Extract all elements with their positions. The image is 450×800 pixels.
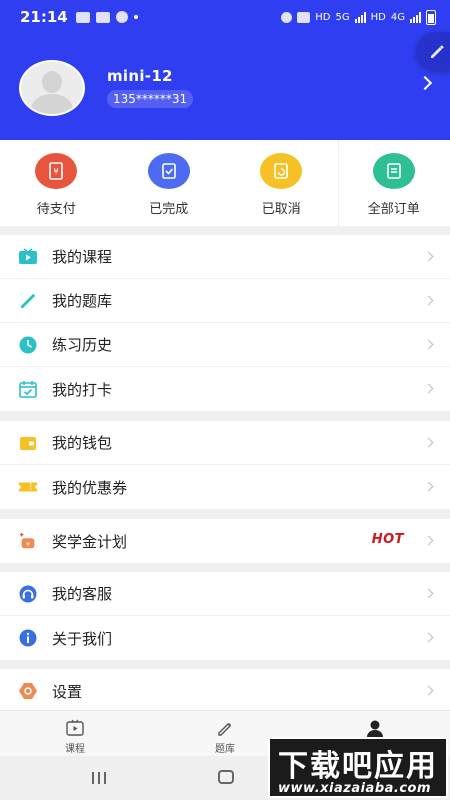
menu-group-settings: 设置	[0, 669, 450, 713]
chevron-right-icon	[423, 481, 434, 492]
chevron-right-icon	[423, 588, 434, 599]
avatar-head-shape	[42, 71, 62, 93]
menu-practice-history-label: 练习历史	[52, 336, 113, 354]
chevron-right-icon	[423, 383, 434, 394]
gear-icon	[18, 681, 38, 701]
image-notification-icon	[75, 11, 90, 23]
order-all[interactable]: 全部订单	[337, 140, 450, 226]
hot-badge: HOT	[371, 532, 404, 547]
menu-my-coupons-label: 我的优惠券	[52, 478, 128, 497]
calendar-check-icon	[18, 379, 38, 399]
user-icon	[367, 720, 383, 737]
yuan-receipt-icon: ¥	[35, 153, 78, 189]
menu-my-question-bank-label: 我的题库	[52, 292, 113, 310]
menu-scholarship-plan[interactable]: ¥ 奖学金计划 HOT	[0, 519, 450, 563]
menu-settings-label: 设置	[52, 682, 83, 701]
menu-practice-history[interactable]: 练习历史	[0, 323, 450, 367]
menu-scholarship-plan-label: 奖学金计划	[52, 532, 128, 551]
cancel-refresh-icon	[260, 153, 303, 189]
watermark-title: 下载吧应用	[278, 749, 438, 784]
tab-question-bank-label: 题库	[215, 744, 235, 755]
menu-about-us-label: 关于我们	[52, 629, 113, 648]
chevron-right-icon	[423, 339, 434, 350]
edit-pencil-icon	[431, 45, 444, 58]
watermark-url: www.xiazaiaba.com	[278, 781, 432, 796]
chevron-right-icon	[423, 535, 434, 546]
system-icons: HD 5G HD 4G	[281, 9, 436, 25]
home-button[interactable]	[218, 770, 234, 784]
more-notifications-icon	[133, 15, 138, 19]
tab-courses[interactable]: 课程	[0, 711, 150, 756]
order-pending-payment[interactable]: ¥ 待支付	[0, 140, 113, 226]
chevron-right-icon	[423, 632, 434, 643]
status-time: 21:14	[20, 8, 68, 26]
menu-settings[interactable]: 设置	[0, 669, 450, 713]
wallet-icon	[18, 433, 38, 453]
svg-text:¥: ¥	[26, 541, 30, 548]
status-bar: 21:14 HD 5G HD 4G	[0, 0, 450, 34]
video-play-icon	[18, 247, 38, 267]
chevron-right-icon	[423, 685, 434, 696]
menu-my-wallet[interactable]: 我的钱包	[0, 421, 450, 465]
phone-number: 135******31	[107, 90, 194, 108]
menu-my-courses[interactable]: 我的课程	[0, 235, 450, 279]
svg-text:¥: ¥	[54, 167, 59, 176]
signal-icon	[354, 11, 366, 23]
headset-icon	[18, 584, 38, 604]
menu-my-wallet-label: 我的钱包	[52, 434, 113, 452]
alarm-icon	[281, 11, 293, 23]
order-all-label: 全部订单	[367, 202, 420, 217]
menu-group-learning: 我的课程 我的题库 练习历史 我的打卡	[0, 235, 450, 411]
chevron-right-icon	[423, 437, 434, 448]
avatar[interactable]	[19, 60, 85, 116]
profile-header[interactable]: mini-12 135******31	[0, 32, 450, 140]
info-icon	[18, 628, 38, 648]
order-cancelled-label: 已取消	[261, 202, 301, 217]
notification-icons	[75, 11, 138, 23]
net-label-hd-2: HD	[370, 11, 386, 23]
menu-group-finance: 我的钱包 我的优惠券	[0, 421, 450, 509]
menu-my-coupons[interactable]: 我的优惠券	[0, 465, 450, 509]
pencil-icon	[218, 723, 231, 736]
video-play-icon	[66, 719, 84, 736]
menu-my-courses-label: 我的课程	[52, 248, 113, 266]
wifi-icon	[297, 11, 311, 23]
avatar-body-shape	[31, 94, 73, 114]
document-list-icon	[372, 153, 415, 189]
menu-group-support: 我的客服 关于我们	[0, 572, 450, 660]
tab-courses-label: 课程	[65, 744, 85, 755]
wechat-notification-icon	[115, 11, 128, 23]
order-pending-label: 待支付	[36, 202, 76, 217]
menu-my-question-bank[interactable]: 我的题库	[0, 279, 450, 323]
chevron-right-icon[interactable]	[417, 75, 433, 91]
scholarship-icon: ¥	[18, 531, 38, 551]
net-label-4g: 4G	[390, 11, 405, 23]
menu-customer-service[interactable]: 我的客服	[0, 572, 450, 616]
coupon-icon	[18, 477, 38, 497]
recent-apps-button[interactable]	[92, 772, 106, 784]
order-shortcuts: ¥ 待支付 已完成 已取消 全部订单	[0, 140, 450, 226]
order-cancelled[interactable]: 已取消	[225, 140, 338, 226]
menu-about-us[interactable]: 关于我们	[0, 616, 450, 660]
menu-customer-service-label: 我的客服	[52, 585, 113, 603]
edit-profile-button[interactable]	[416, 32, 450, 70]
username: mini-12	[107, 67, 173, 85]
chevron-right-icon	[423, 251, 434, 262]
pencil-icon	[18, 291, 38, 311]
watermark-logo: 下载吧应用 www.xiazaiaba.com	[268, 737, 448, 798]
signal-icon-2	[410, 11, 421, 23]
net-label-hd: HD	[315, 11, 331, 23]
check-clipboard-icon	[147, 153, 190, 189]
menu-my-checkin-label: 我的打卡	[52, 380, 113, 399]
net-label-5g: 5G	[335, 11, 350, 23]
chevron-right-icon	[423, 295, 434, 306]
order-completed[interactable]: 已完成	[113, 140, 226, 226]
clock-icon	[18, 335, 38, 355]
order-completed-label: 已完成	[149, 202, 189, 217]
menu-my-checkin[interactable]: 我的打卡	[0, 367, 450, 411]
menu-group-scholarship: ¥ 奖学金计划 HOT	[0, 519, 450, 563]
message-notification-icon	[95, 11, 110, 23]
battery-icon	[426, 9, 436, 25]
